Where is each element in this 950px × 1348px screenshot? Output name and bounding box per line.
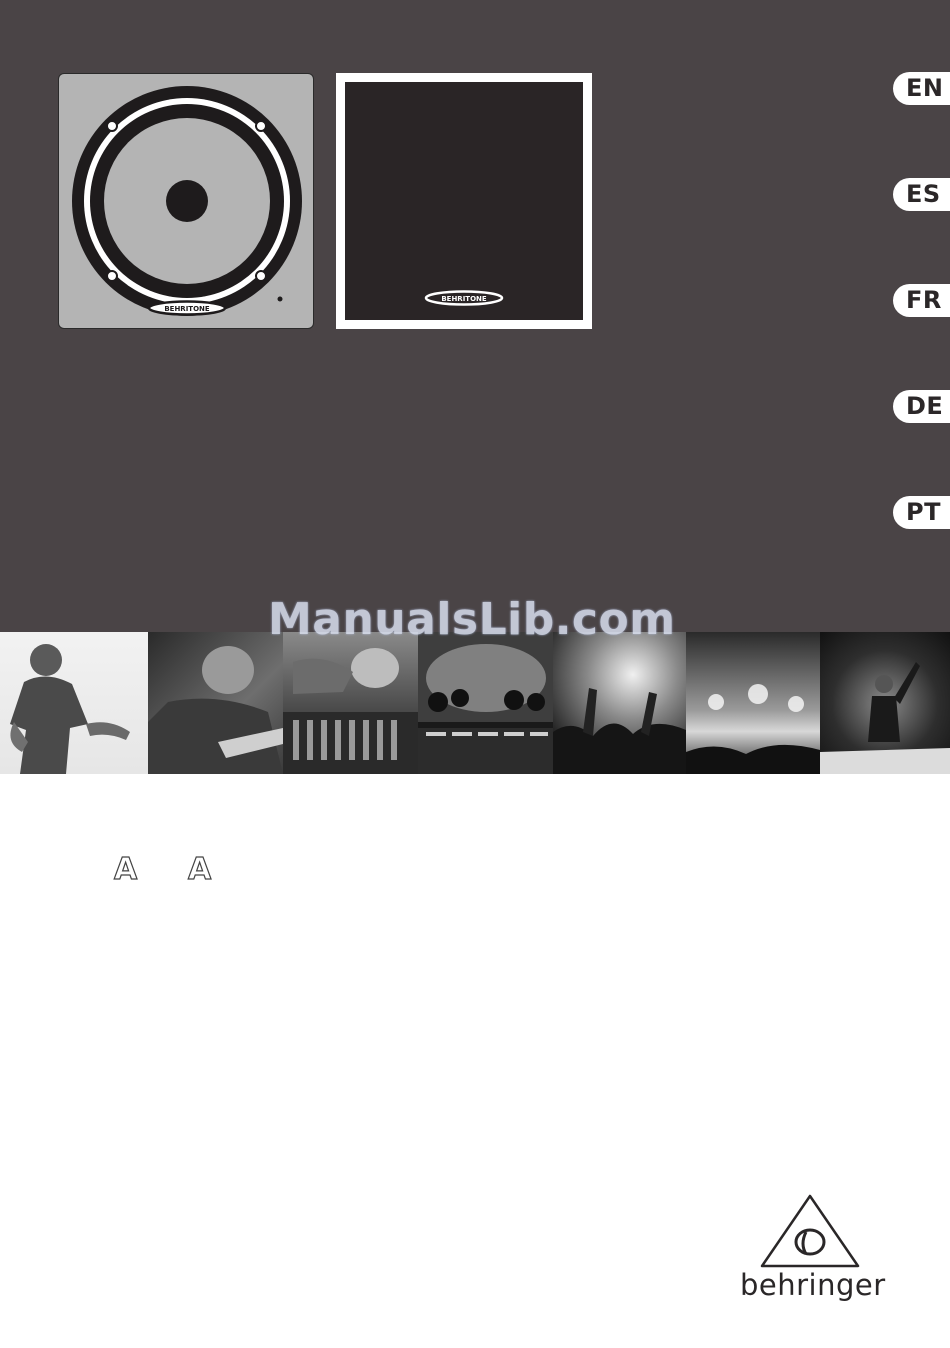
guitarist-photo xyxy=(148,632,283,774)
lang-tab-fr[interactable]: FR xyxy=(893,284,950,317)
crowd-photo xyxy=(553,632,686,774)
lang-tab-es[interactable]: ES xyxy=(893,178,950,211)
watermark-text: ManualsLib.com xyxy=(268,594,676,645)
speaker-grille-icon: BEHRITONE xyxy=(424,290,504,306)
speaker-cone-icon: BEHRITONE xyxy=(72,86,302,316)
brand-wordmark: behringer xyxy=(740,1268,886,1302)
lang-tab-en[interactable]: EN xyxy=(893,72,950,105)
singer-on-stage-photo xyxy=(820,632,950,774)
stage-lights-photo xyxy=(686,632,820,774)
speaker-grille-image: BEHRITONE xyxy=(336,73,592,329)
performer-photo xyxy=(0,632,148,774)
speaker-front-image: BEHRITONE xyxy=(58,73,314,329)
outline-letter-a-2: A xyxy=(187,851,212,887)
badge-black-text: BEHRITONE xyxy=(441,295,487,303)
badge-grey-text: BEHRITONE xyxy=(164,305,210,313)
outline-letter-a-1: A xyxy=(113,851,138,887)
stage-console-photo xyxy=(418,632,553,774)
lang-tab-de[interactable]: DE xyxy=(893,390,950,423)
mixing-engineer-photo xyxy=(283,632,418,774)
photo-strip xyxy=(0,632,950,774)
lang-tab-pt[interactable]: PT xyxy=(893,496,950,529)
